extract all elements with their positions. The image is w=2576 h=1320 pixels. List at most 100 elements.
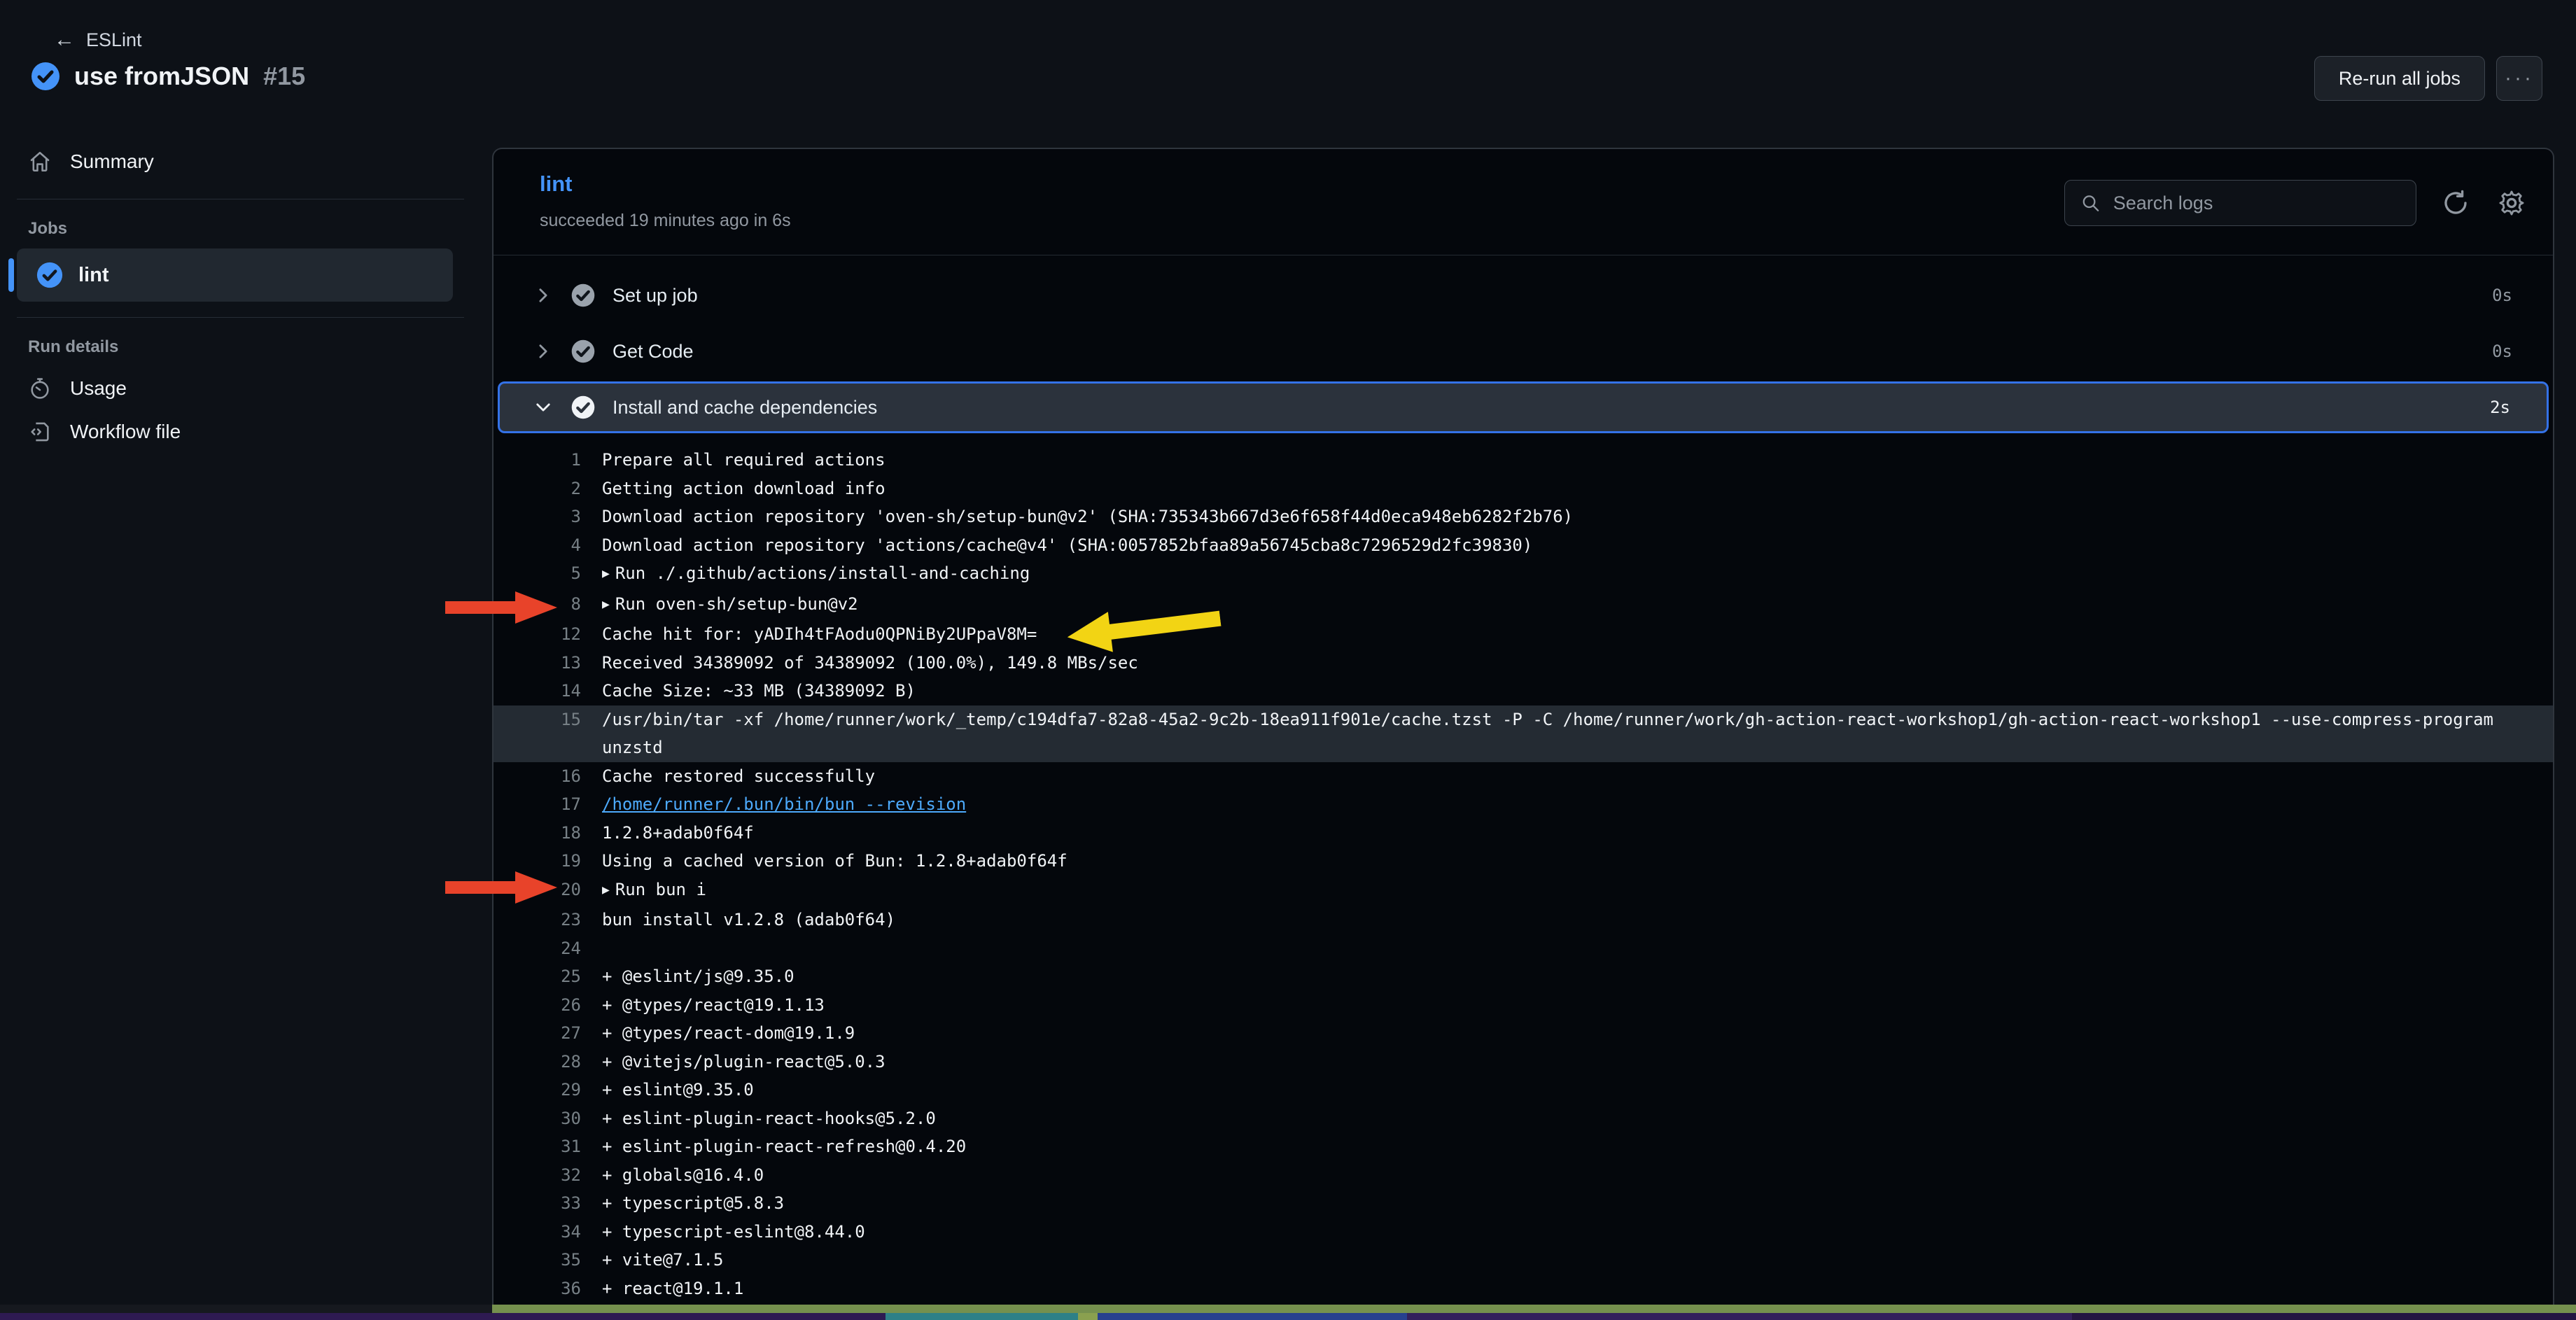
step-row-get-code[interactable]: Get Code 0s — [498, 325, 2549, 377]
desktop-wallpaper-sliver — [0, 1313, 2576, 1320]
log-line-number[interactable]: 29 — [493, 1076, 602, 1104]
log-line-36: 36+ react@19.1.1 — [493, 1275, 2553, 1303]
window-bottom-edge — [0, 1305, 492, 1313]
kebab-menu-button[interactable]: ··· — [2496, 56, 2542, 101]
sidebar-item-summary[interactable]: Summary — [0, 140, 492, 183]
top-actions: Re-run all jobs ··· — [2314, 56, 2542, 101]
back-arrow-icon[interactable]: ← — [54, 28, 75, 52]
log-line-text: ▶Run bun i — [602, 876, 2553, 906]
refresh-icon[interactable] — [2441, 188, 2470, 218]
log-line-number[interactable]: 16 — [493, 762, 602, 791]
log-line-14: 14Cache Size: ~33 MB (34389092 B) — [493, 677, 2553, 705]
log-line-number[interactable]: 3 — [493, 503, 602, 531]
log-line-text: Cache hit for: yADIh4tFAodu0QPNiBy2UPpaV… — [602, 620, 2553, 649]
stopwatch-icon — [28, 377, 52, 400]
log-line-number[interactable]: 33 — [493, 1189, 602, 1218]
log-group-expand-icon[interactable]: ▶ — [602, 560, 610, 589]
log-line-text: ▶Run ./.github/actions/install-and-cachi… — [602, 559, 2553, 590]
log-group-expand-icon[interactable]: ▶ — [602, 876, 610, 905]
log-line-number[interactable]: 15 — [493, 705, 602, 734]
jobs-section-label: Jobs — [0, 213, 492, 248]
log-line-text: + eslint-plugin-react-hooks@5.2.0 — [602, 1104, 2553, 1133]
search-logs-box[interactable] — [2064, 180, 2416, 226]
log-line-number[interactable]: 23 — [493, 906, 602, 934]
sidebar-item-job-lint[interactable]: lint — [17, 248, 453, 302]
sidebar-item-workflow-file[interactable]: Workflow file — [0, 410, 492, 454]
log-line-25: 25+ @eslint/js@9.35.0 — [493, 962, 2553, 991]
log-line-number[interactable]: 4 — [493, 531, 602, 560]
log-line-number[interactable]: 26 — [493, 991, 602, 1020]
chevron-down-icon[interactable] — [534, 400, 552, 415]
log-line-text: + @eslint/js@9.35.0 — [602, 962, 2553, 991]
log-line-text: + @types/react-dom@19.1.9 — [602, 1019, 2553, 1048]
job-success-check-icon — [36, 262, 63, 288]
log-line-number[interactable]: 5 — [493, 559, 602, 590]
log-line-24: 24 — [493, 934, 2553, 963]
breadcrumb[interactable]: ← ESLint — [54, 28, 142, 52]
log-line-35: 35+ vite@7.1.5 — [493, 1246, 2553, 1275]
log-line-20: 20▶Run bun i — [493, 876, 2553, 906]
log-line-text[interactable]: /home/runner/.bun/bin/bun --revision — [602, 790, 2553, 819]
log-line-text: Prepare all required actions — [602, 446, 2553, 475]
search-logs-input[interactable] — [2113, 192, 2400, 214]
log-line-17: 17/home/runner/.bun/bin/bun --revision — [493, 790, 2553, 819]
log-line-text: + eslint-plugin-react-refresh@0.4.20 — [602, 1132, 2553, 1161]
log-line-5: 5▶Run ./.github/actions/install-and-cach… — [493, 559, 2553, 590]
selected-job-accent-bar — [8, 258, 14, 292]
log-line-16: 16Cache restored successfully — [493, 762, 2553, 791]
step-label: Install and cache dependencies — [612, 397, 877, 419]
log-line-text: ▶Run oven-sh/setup-bun@v2 — [602, 590, 2553, 621]
log-line-text: + @types/react@19.1.13 — [602, 991, 2553, 1020]
gear-icon[interactable] — [2497, 188, 2526, 218]
log-line-number[interactable]: 13 — [493, 649, 602, 677]
log-line-number[interactable]: 17 — [493, 790, 602, 819]
log-line-29: 29+ eslint@9.35.0 — [493, 1076, 2553, 1104]
step-success-check-icon — [570, 339, 596, 364]
log-line-text: 1.2.8+adab0f64f — [602, 819, 2553, 848]
log-output: 1Prepare all required actions2Getting ac… — [493, 446, 2553, 1306]
window-bottom-edge-highlight — [492, 1305, 2576, 1313]
log-line-number[interactable]: 31 — [493, 1132, 602, 1161]
sidebar-item-label: Summary — [70, 150, 154, 173]
sidebar-item-usage[interactable]: Usage — [0, 367, 492, 410]
log-line-number[interactable]: 28 — [493, 1048, 602, 1076]
log-line-number[interactable]: 25 — [493, 962, 602, 991]
log-line-12: 12Cache hit for: yADIh4tFAodu0QPNiBy2UPp… — [493, 620, 2553, 649]
log-line-number[interactable]: 32 — [493, 1161, 602, 1190]
step-row-set-up-job[interactable]: Set up job 0s — [498, 269, 2549, 321]
log-line-number[interactable]: 30 — [493, 1104, 602, 1133]
log-line-number[interactable]: 12 — [493, 620, 602, 649]
log-line-number[interactable]: 35 — [493, 1246, 602, 1275]
breadcrumb-label[interactable]: ESLint — [86, 29, 142, 51]
log-line-number[interactable]: 24 — [493, 934, 602, 963]
log-line-32: 32+ globals@16.4.0 — [493, 1161, 2553, 1190]
job-title-link[interactable]: lint — [540, 171, 573, 197]
log-line-text: unzstd — [602, 733, 2553, 762]
log-line-34: 34+ typescript-eslint@8.44.0 — [493, 1218, 2553, 1247]
log-line-27: 27+ @types/react-dom@19.1.9 — [493, 1019, 2553, 1048]
chevron-right-icon[interactable] — [534, 288, 552, 303]
log-line-number[interactable]: 14 — [493, 677, 602, 705]
log-line-number[interactable]: 27 — [493, 1019, 602, 1048]
run-title: use fromJSON #15 — [31, 62, 305, 91]
log-line-number[interactable]: 18 — [493, 819, 602, 848]
rerun-all-jobs-button[interactable]: Re-run all jobs — [2314, 56, 2485, 101]
step-label: Set up job — [612, 285, 698, 307]
log-line-number[interactable]: 34 — [493, 1218, 602, 1247]
log-line-number[interactable]: 1 — [493, 446, 602, 475]
step-label: Get Code — [612, 341, 694, 363]
home-icon — [28, 150, 52, 174]
log-line-number[interactable]: 19 — [493, 847, 602, 876]
log-line-number[interactable]: 36 — [493, 1275, 602, 1303]
log-line-number[interactable] — [493, 733, 602, 762]
log-line-number[interactable]: 8 — [493, 590, 602, 621]
log-line-text: + @vitejs/plugin-react@5.0.3 — [602, 1048, 2553, 1076]
log-line-text: Download action repository 'oven-sh/setu… — [602, 503, 2553, 531]
log-line-number[interactable]: 20 — [493, 876, 602, 906]
chevron-right-icon[interactable] — [534, 344, 552, 359]
step-row-install-and-cache-dependencies[interactable]: Install and cache dependencies 2s — [498, 381, 2549, 433]
log-group-expand-icon[interactable]: ▶ — [602, 591, 610, 619]
log-line-text: bun install v1.2.8 (adab0f64) — [602, 906, 2553, 934]
log-line-number[interactable]: 2 — [493, 475, 602, 503]
log-line-text: + globals@16.4.0 — [602, 1161, 2553, 1190]
